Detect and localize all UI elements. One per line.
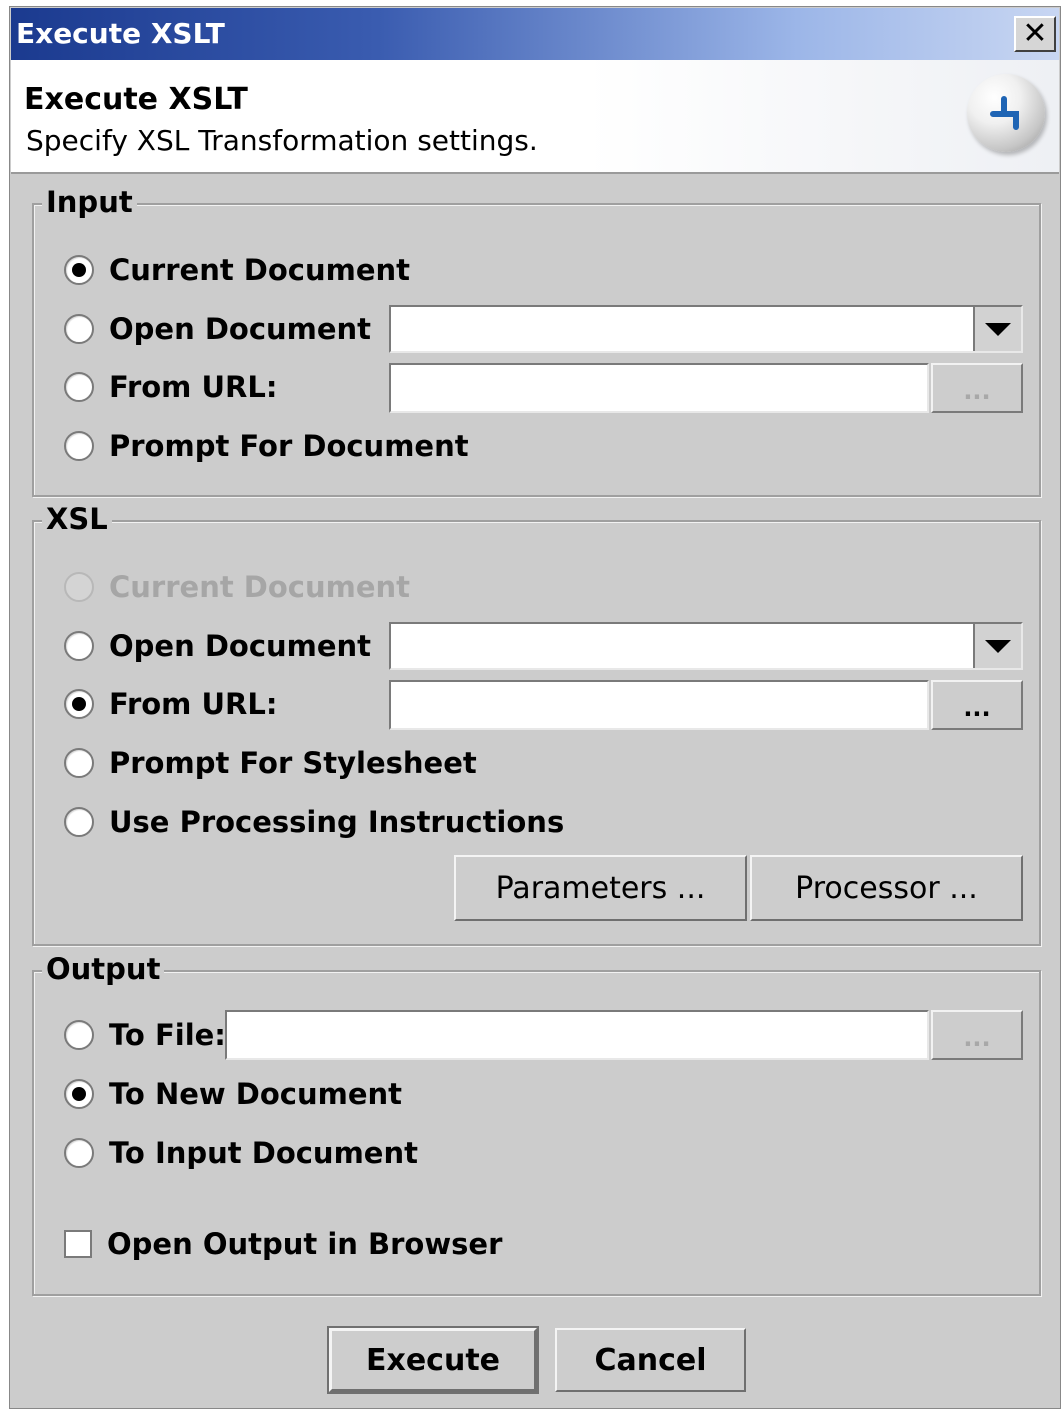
chevron-down-icon[interactable]	[973, 307, 1021, 351]
input-open-document-select[interactable]	[389, 305, 1023, 353]
xsl-from-url-option[interactable]: From URL:	[64, 684, 277, 724]
xsl-from-url-radio[interactable]	[64, 689, 94, 719]
xsl-from-url-label: From URL:	[109, 687, 278, 721]
input-open-document-radio[interactable]	[64, 314, 94, 344]
xslt-logo-icon	[967, 74, 1045, 152]
execute-button[interactable]: Execute	[327, 1326, 539, 1394]
input-current-document-option[interactable]: Current Document	[64, 250, 410, 290]
xsl-current-document-label: Current Document	[109, 570, 411, 604]
output-to-file-label: To File:	[109, 1018, 226, 1052]
close-button[interactable]: ✕	[1014, 16, 1056, 52]
xsl-use-pi-radio[interactable]	[64, 807, 94, 837]
open-in-browser-label: Open Output in Browser	[107, 1227, 503, 1261]
input-from-url-label: From URL:	[109, 370, 278, 404]
input-from-url-option[interactable]: From URL:	[64, 367, 277, 407]
xsl-open-document-radio[interactable]	[64, 631, 94, 661]
input-url-field[interactable]	[389, 363, 929, 413]
xsl-legend: XSL	[42, 502, 112, 536]
output-new-document-radio[interactable]	[64, 1079, 94, 1109]
xsl-url-field[interactable]	[389, 680, 929, 730]
output-new-document-label: To New Document	[109, 1077, 403, 1111]
cancel-button[interactable]: Cancel	[555, 1328, 746, 1392]
output-file-field[interactable]	[225, 1010, 929, 1060]
xsl-current-document-radio	[64, 572, 94, 602]
output-file-browse-button[interactable]: ...	[931, 1010, 1023, 1060]
input-from-url-radio[interactable]	[64, 372, 94, 402]
header-subtitle: Specify XSL Transformation settings.	[26, 124, 538, 157]
xsl-prompt-option[interactable]: Prompt For Stylesheet	[64, 743, 477, 783]
title-bar[interactable]: Execute XSLT ✕	[11, 8, 1059, 60]
xsl-open-document-option[interactable]: Open Document	[64, 626, 371, 666]
input-prompt-radio[interactable]	[64, 431, 94, 461]
input-open-document-label: Open Document	[109, 312, 372, 346]
window-title: Execute XSLT	[16, 17, 225, 50]
output-group: Output To File: ... To New Document To I…	[32, 952, 1041, 1296]
input-url-browse-button[interactable]: ...	[931, 363, 1023, 413]
xsl-use-pi-label: Use Processing Instructions	[109, 805, 565, 839]
xsl-prompt-radio[interactable]	[64, 748, 94, 778]
output-new-document-option[interactable]: To New Document	[64, 1074, 402, 1114]
output-to-file-radio[interactable]	[64, 1020, 94, 1050]
dialog-header: Execute XSLT Specify XSL Transformation …	[11, 60, 1059, 174]
input-current-document-label: Current Document	[109, 253, 411, 287]
output-legend: Output	[42, 952, 165, 986]
input-prompt-option[interactable]: Prompt For Document	[64, 426, 469, 466]
xsl-current-document-option: Current Document	[64, 567, 410, 607]
output-to-file-option[interactable]: To File:	[64, 1015, 226, 1055]
xsl-use-pi-option[interactable]: Use Processing Instructions	[64, 802, 564, 842]
processor-button[interactable]: Processor ...	[750, 855, 1023, 921]
output-input-document-radio[interactable]	[64, 1138, 94, 1168]
output-input-document-option[interactable]: To Input Document	[64, 1133, 418, 1173]
parameters-button[interactable]: Parameters ...	[454, 855, 747, 921]
input-current-document-radio[interactable]	[64, 255, 94, 285]
header-title: Execute XSLT	[24, 82, 248, 117]
xsl-url-browse-button[interactable]: ...	[931, 680, 1023, 730]
xsl-prompt-label: Prompt For Stylesheet	[109, 746, 477, 780]
xsl-group: XSL Current Document Open Document From …	[32, 502, 1041, 946]
input-prompt-label: Prompt For Document	[109, 429, 469, 463]
xsl-open-document-select[interactable]	[389, 622, 1023, 670]
input-legend: Input	[42, 185, 137, 219]
chevron-down-icon[interactable]	[973, 624, 1021, 668]
execute-xslt-dialog: Execute XSLT ✕ Execute XSLT Specify XSL …	[9, 6, 1061, 1409]
input-group: Input Current Document Open Document Fro…	[32, 185, 1041, 497]
output-input-document-label: To Input Document	[109, 1136, 418, 1170]
input-open-document-option[interactable]: Open Document	[64, 309, 371, 349]
open-in-browser-option[interactable]: Open Output in Browser	[64, 1224, 502, 1264]
open-in-browser-checkbox[interactable]	[64, 1230, 92, 1258]
xsl-open-document-label: Open Document	[109, 629, 372, 663]
